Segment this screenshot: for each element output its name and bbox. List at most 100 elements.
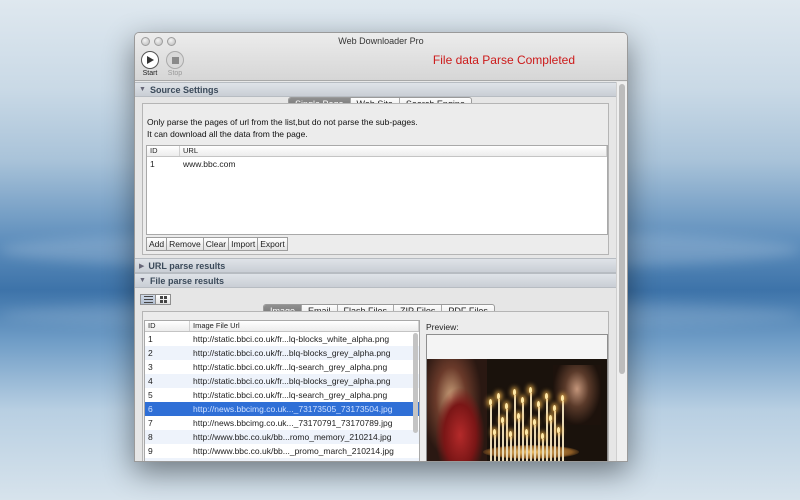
candle-flame	[509, 431, 512, 437]
candle-flame	[549, 415, 552, 421]
url-list-table[interactable]: ID URL 1 www.bbc.com	[146, 145, 608, 235]
table-row[interactable]: 6 http://news.bbcimg.co.uk..._73173505_73…	[145, 402, 419, 416]
table-row[interactable]: 2 http://static.bbci.co.uk/fr...blq-block…	[145, 346, 419, 360]
table-row[interactable]: 8 http://www.bbc.co.uk/bb...romo_memory_2…	[145, 430, 419, 444]
row-id: 8	[148, 432, 153, 442]
source-settings-header[interactable]: ▼ Source Settings	[135, 82, 616, 97]
table-header: ID URL	[147, 146, 607, 157]
candle-flame	[533, 419, 536, 425]
table-row[interactable]: 4 http://static.bbci.co.uk/fr...blq-block…	[145, 374, 419, 388]
row-id: 6	[148, 404, 153, 414]
row-image-url: http://news.bbcimg.co.uk..._73173505_731…	[193, 404, 393, 414]
table-header: ID Image File Url	[145, 321, 419, 332]
candle-stick	[505, 409, 508, 461]
candle-stick	[493, 435, 496, 461]
candle-flame	[521, 397, 524, 403]
candle-stick	[517, 419, 520, 461]
candle-stick	[525, 435, 528, 461]
table-scrollbar[interactable]	[413, 333, 418, 433]
row-image-url: http://static.bbci.co.uk/fr...lq-blocks_…	[193, 334, 390, 344]
row-image-url: http://static.bbci.co.uk/fr...blq-blocks…	[193, 348, 391, 358]
candle-flame	[545, 393, 548, 399]
candle-flame	[557, 427, 560, 433]
row-id: 4	[148, 376, 153, 386]
candle-stick	[541, 439, 544, 461]
row-image-url: http://news.bbcimg.co.uk..._73170791_731…	[193, 418, 393, 428]
red-scarf	[435, 387, 485, 461]
url-actions: Add Remove Clear Import Export	[146, 237, 288, 251]
column-header-id[interactable]: ID	[147, 146, 180, 156]
candle-stick	[501, 423, 504, 461]
row-id: 1	[148, 334, 153, 344]
view-mode-toggle	[140, 294, 171, 305]
candle-stick	[561, 401, 564, 461]
status-message: File data Parse Completed	[432, 53, 575, 67]
table-row[interactable]: 1 www.bbc.com	[147, 157, 607, 171]
remove-button[interactable]: Remove	[166, 237, 204, 251]
row-id: 7	[148, 418, 153, 428]
candle-stick	[545, 399, 548, 461]
import-button[interactable]: Import	[228, 237, 259, 251]
candle-flame	[493, 429, 496, 435]
title-bar: Web Downloader Pro Start Stop File data …	[135, 33, 627, 81]
table-row[interactable]: 5 http://static.bbci.co.uk/fr...lq-search…	[145, 388, 419, 402]
row-image-url: http://static.bbci.co.uk/fr...blq-blocks…	[193, 376, 391, 386]
scrollbar-thumb[interactable]	[619, 84, 625, 374]
section-title: Source Settings	[149, 84, 219, 95]
row-id: 10	[145, 460, 190, 461]
candle-flame	[525, 429, 528, 435]
candle-stick	[489, 405, 492, 461]
candle-flame	[513, 389, 516, 395]
preview-photo	[427, 359, 607, 461]
candle-flame	[501, 417, 504, 423]
main-content: ▼ Source Settings Single Page Web Site S…	[135, 82, 616, 461]
mode-description-line2: It can download all the data from the pa…	[147, 129, 308, 139]
candle-stick	[533, 425, 536, 461]
mode-description-line1: Only parse the pages of url from the lis…	[147, 117, 418, 127]
table-row[interactable]: 7 http://news.bbcimg.co.uk..._73170791_73…	[145, 416, 419, 430]
add-button[interactable]: Add	[146, 237, 168, 251]
stop-button[interactable]: Stop	[164, 51, 186, 77]
section-title: File parse results	[149, 275, 224, 286]
play-icon	[141, 51, 159, 69]
candle-stick	[537, 407, 540, 461]
window-title: Web Downloader Pro	[338, 36, 424, 46]
window-scrollbar[interactable]	[616, 82, 627, 461]
candle-flame	[505, 403, 508, 409]
candle-flame	[537, 401, 540, 407]
candle-flame	[517, 413, 520, 419]
disclosure-open-icon: ▼	[139, 277, 146, 284]
start-button[interactable]: Start	[139, 51, 161, 77]
clear-button[interactable]: Clear	[202, 237, 230, 251]
candle-stick	[513, 395, 516, 461]
file-parse-results-header[interactable]: ▼ File parse results	[135, 273, 616, 288]
candle-stick	[509, 437, 512, 461]
candle-stick	[497, 399, 500, 461]
grid-view-icon[interactable]	[155, 294, 171, 305]
image-file-rows: 1 http://static.bbci.co.uk/fr...lq-blocks…	[145, 332, 419, 461]
table-row[interactable]: 10http://www.bbc.co.uk/bb.../promo_words…	[145, 458, 419, 461]
row-image-url: http://www.bbc.co.uk/bb...romo_memory_21…	[193, 432, 392, 442]
table-row[interactable]: 3 http://static.bbci.co.uk/fr...lq-search…	[145, 360, 419, 374]
row-image-url: http://static.bbci.co.uk/fr...lq-search_…	[193, 362, 388, 372]
column-header-url[interactable]: URL	[180, 146, 607, 156]
candle-flame	[561, 395, 564, 401]
candle-flame	[529, 387, 532, 393]
disclosure-open-icon: ▼	[139, 86, 146, 93]
column-header-id[interactable]: ID	[145, 321, 190, 331]
table-row[interactable]: 9 http://www.bbc.co.uk/bb..._promo_march_…	[145, 444, 419, 458]
disclosure-closed-icon: ▶	[139, 262, 145, 270]
list-view-icon[interactable]	[140, 294, 156, 305]
url-parse-results-header[interactable]: ▶ URL parse results	[135, 258, 616, 273]
candle-stick	[553, 411, 556, 461]
export-button[interactable]: Export	[257, 237, 288, 251]
candle-stick	[521, 403, 524, 461]
table-row[interactable]: 1 http://static.bbci.co.uk/fr...lq-blocks…	[145, 332, 419, 346]
candle-stick	[529, 393, 532, 461]
candle-stick	[549, 421, 552, 461]
app-window: Web Downloader Pro Start Stop File data …	[134, 32, 628, 462]
image-file-table[interactable]: ID Image File Url 1 http://static.bbci.co…	[144, 320, 420, 461]
column-header-image-url[interactable]: Image File Url	[190, 321, 419, 331]
person-right	[553, 365, 601, 425]
candle-flame	[541, 433, 544, 439]
